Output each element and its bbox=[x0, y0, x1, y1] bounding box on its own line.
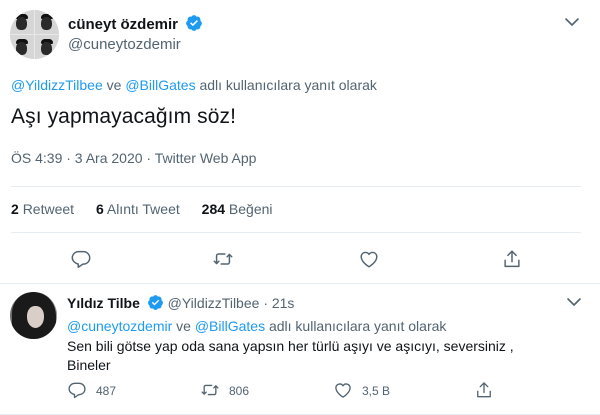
quote-count: 6 bbox=[95, 201, 104, 217]
retweet-icon[interactable] bbox=[212, 248, 234, 270]
reply-context-suffix: adlı kullanıcılara yanıt olarak bbox=[265, 318, 447, 334]
display-name[interactable]: cüneyt özdemir bbox=[68, 14, 203, 36]
reply-avatar[interactable] bbox=[10, 292, 57, 339]
reply-action[interactable]: 487 bbox=[67, 380, 116, 400]
quote-stat[interactable]: 6 Alıntı Tweet bbox=[96, 201, 180, 217]
reply-count: 487 bbox=[96, 384, 117, 398]
reply-text-line: Bineler bbox=[67, 357, 111, 373]
tweet-stats: 2 Retweet 6 Alıntı Tweet 284 Beğeni bbox=[11, 201, 291, 217]
avatar[interactable] bbox=[10, 10, 59, 59]
tweet-meta[interactable]: ÖS 4:39 · 3 Ara 2020 · Twitter Web App bbox=[11, 150, 256, 166]
reply-text: Sen bili götse yap oda sana yapsın her t… bbox=[67, 337, 567, 375]
reply-time[interactable]: · 21s bbox=[263, 295, 294, 311]
display-name-text[interactable]: cüneyt özdemir bbox=[68, 16, 178, 33]
reply-icon[interactable] bbox=[70, 248, 92, 270]
like-action[interactable]: 3,5 B bbox=[333, 380, 390, 400]
like-stat[interactable]: 284 Beğeni bbox=[202, 201, 273, 217]
reply-context-joiner: ve bbox=[172, 318, 195, 334]
retweet-count: 2 bbox=[11, 201, 19, 217]
share-icon[interactable] bbox=[501, 248, 523, 270]
like-stat-label: Beğeni bbox=[228, 201, 273, 217]
retweet-icon bbox=[201, 384, 219, 396]
share-action[interactable] bbox=[474, 380, 503, 400]
mention-link[interactable]: @cuneytozdemir bbox=[67, 318, 172, 334]
reply-handle[interactable]: @YildizzTilbee bbox=[168, 295, 260, 311]
reply-context-suffix: adlı kullanıcılara yanıt olarak bbox=[195, 77, 377, 93]
handle[interactable]: @cuneytozdemir bbox=[68, 36, 181, 53]
like-icon bbox=[335, 383, 351, 398]
verified-badge-icon bbox=[185, 14, 203, 36]
tweet-text: Aşı yapmayacağım söz! bbox=[11, 105, 237, 128]
reply-display-name[interactable]: Yıldız Tilbe bbox=[67, 295, 140, 311]
like-icon[interactable] bbox=[358, 248, 380, 270]
reply-text-line: Sen bili götse yap oda sana yapsın her t… bbox=[67, 338, 514, 354]
quote-stat-label: Alıntı Tweet bbox=[106, 201, 180, 217]
reply-context-joiner: ve bbox=[102, 77, 126, 93]
chevron-down-icon[interactable] bbox=[564, 292, 584, 312]
retweet-stat[interactable]: 2 Retweet bbox=[11, 201, 74, 217]
reply-header: Yıldız Tilbe @YildizzTilbee · 21s bbox=[67, 294, 294, 314]
reply-context: @YildizzTilbee ve @BillGates adlı kullan… bbox=[11, 77, 377, 93]
chevron-down-icon[interactable] bbox=[562, 12, 582, 32]
divider bbox=[11, 232, 581, 233]
retweet-count: 806 bbox=[229, 384, 250, 398]
mention-link[interactable]: @BillGates bbox=[125, 77, 195, 93]
retweet-stat-label: Retweet bbox=[22, 201, 75, 217]
reply-context: @cuneytozdemir ve @BillGates adlı kullan… bbox=[67, 318, 446, 334]
like-count: 3,5 B bbox=[362, 384, 391, 398]
mention-link[interactable]: @YildizzTilbee bbox=[11, 77, 103, 93]
retweet-action[interactable]: 806 bbox=[200, 380, 249, 400]
verified-badge-icon bbox=[147, 294, 164, 314]
divider bbox=[11, 186, 581, 187]
mention-link[interactable]: @BillGates bbox=[195, 318, 265, 334]
reply-icon bbox=[68, 382, 86, 399]
like-count: 284 bbox=[201, 201, 226, 217]
main-tweet: cüneyt özdemir @cuneytozdemir @YildizzTi… bbox=[0, 0, 600, 283]
share-icon bbox=[477, 382, 491, 398]
